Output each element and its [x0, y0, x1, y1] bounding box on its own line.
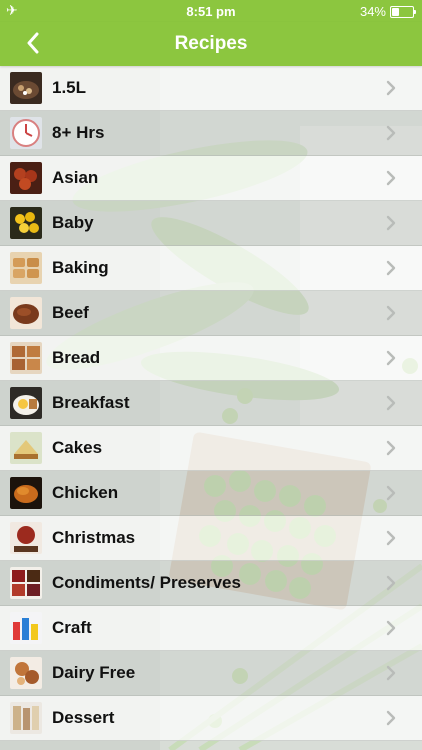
list-item[interactable]: Asian — [0, 156, 422, 201]
battery-indicator: 34% — [359, 4, 416, 19]
chevron-right-icon — [386, 305, 396, 321]
list-item[interactable]: 8+ Hrs — [0, 111, 422, 156]
list-item-label: Cakes — [52, 438, 103, 457]
list-item-label: Dairy Free — [52, 663, 136, 682]
status-time: 8:51 pm — [186, 3, 236, 19]
list-item[interactable]: Beef — [0, 291, 422, 336]
chevron-right-icon — [386, 710, 396, 726]
navigation-bar: Recipes — [0, 22, 422, 66]
list-item-label: Bread — [52, 348, 101, 367]
chevron-right-icon — [386, 170, 396, 186]
preserves-thumbnail — [10, 567, 42, 599]
chevron-right-icon — [386, 440, 396, 456]
list-item[interactable]: Baby — [0, 201, 422, 246]
list-item-label: Condiments/ Preserves — [52, 573, 241, 592]
chevron-right-icon — [386, 665, 396, 681]
beef-thumbnail — [10, 297, 42, 329]
list-item[interactable]: 1.5L — [0, 66, 422, 111]
clock-thumbnail — [10, 117, 42, 149]
list-item-label: 8+ Hrs — [52, 123, 105, 142]
list-item[interactable]: Dessert — [0, 696, 422, 741]
chevron-right-icon — [386, 620, 396, 636]
list-item[interactable]: Christmas — [0, 516, 422, 561]
list-item-label: Breakfast — [52, 393, 130, 412]
cake-thumbnail — [10, 432, 42, 464]
list-item-label: Baking — [52, 258, 109, 277]
breakfast-thumbnail — [10, 387, 42, 419]
list-item-label: Asian — [52, 168, 99, 187]
battery-icon — [390, 5, 416, 18]
status-bar: ✈ 8:51 pm 34% — [0, 0, 422, 22]
chevron-right-icon — [386, 530, 396, 546]
dessert-thumbnail — [10, 702, 42, 734]
baking-thumbnail — [10, 252, 42, 284]
list-item[interactable]: Bread — [0, 336, 422, 381]
list-item-label: Dessert — [52, 708, 115, 727]
list-item[interactable]: Craft — [0, 606, 422, 651]
list-item[interactable]: Baking — [0, 246, 422, 291]
chevron-right-icon — [386, 485, 396, 501]
chevron-right-icon — [386, 215, 396, 231]
chevron-right-icon — [386, 260, 396, 276]
list-item[interactable]: Chicken — [0, 471, 422, 516]
baby-food-thumbnail — [10, 207, 42, 239]
chevron-right-icon — [386, 125, 396, 141]
chevron-right-icon — [386, 575, 396, 591]
list-item[interactable]: Breakfast — [0, 381, 422, 426]
craft-thumbnail — [10, 612, 42, 644]
chevron-left-icon — [27, 32, 39, 54]
list-item[interactable]: Cakes — [0, 426, 422, 471]
category-list: 1.5L 8+ Hrs Asian Baby Baking Beef Bread Breakf… — [0, 66, 422, 741]
chevron-right-icon — [386, 80, 396, 96]
chevron-right-icon — [386, 395, 396, 411]
list-item-label: 1.5L — [52, 78, 87, 97]
christmas-thumbnail — [10, 522, 42, 554]
slow-cooker-pot-thumbnail — [10, 72, 42, 104]
list-item[interactable]: Dairy Free — [0, 651, 422, 696]
list-item-label: Craft — [52, 618, 92, 637]
bread-thumbnail — [10, 342, 42, 374]
list-item[interactable]: Condiments/ Preserves — [0, 561, 422, 606]
dairy-free-thumbnail — [10, 657, 42, 689]
roast-chicken-thumbnail — [10, 477, 42, 509]
list-item-label: Beef — [52, 303, 89, 322]
page-title: Recipes — [174, 33, 248, 54]
list-item-label: Chicken — [52, 483, 119, 502]
battery-percent: 34% — [359, 4, 386, 19]
back-button[interactable] — [18, 28, 48, 58]
list-item-label: Baby — [52, 213, 94, 232]
chevron-right-icon — [386, 350, 396, 366]
asian-dish-thumbnail — [10, 162, 42, 194]
list-item-label: Christmas — [52, 528, 136, 547]
